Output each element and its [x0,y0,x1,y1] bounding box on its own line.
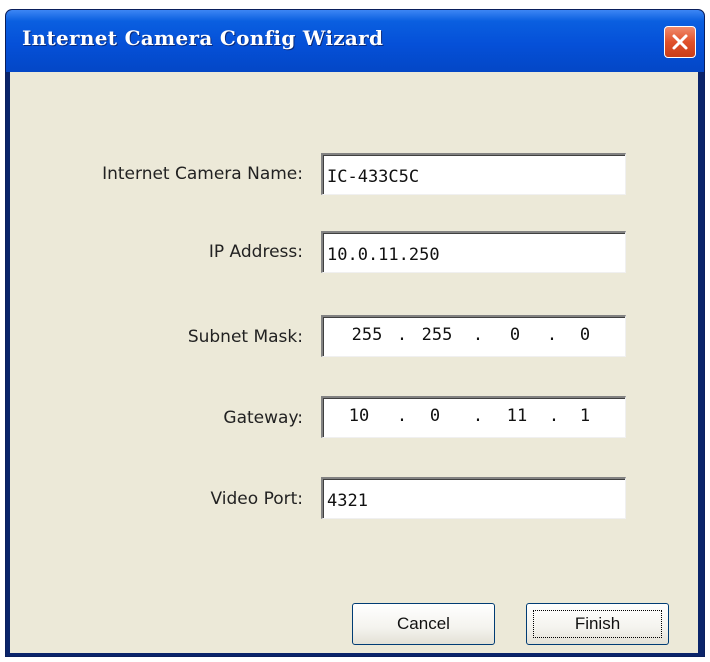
cancel-button[interactable]: Cancel [352,603,495,645]
gateway-dot-2: . [472,406,484,426]
camera-name-label: Internet Camera Name: [102,164,303,184]
finish-button[interactable]: Finish [526,603,669,645]
subnet-dot-1: . [396,325,408,345]
gateway-octet-3[interactable]: 11 [491,406,543,426]
subnet-octet-1[interactable]: 255 [341,325,393,345]
subnet-mask-label: Subnet Mask: [187,327,303,347]
cancel-button-label: Cancel [397,614,450,633]
config-wizard-window: Internet Camera Config Wizard Internet C… [5,9,705,657]
camera-name-input[interactable] [321,153,626,195]
title-bar[interactable]: Internet Camera Config Wizard [6,10,704,72]
subnet-dot-3: . [546,325,558,345]
video-port-label: Video Port: [210,489,303,509]
subnet-octet-2[interactable]: 255 [411,325,463,345]
subnet-mask-input[interactable]: 255 . 255 . 0 . 0 [321,315,626,357]
gateway-label-cell: Gateway: [10,408,303,438]
gateway-octet-4[interactable]: 1 [559,406,611,426]
window-title: Internet Camera Config Wizard [22,26,384,50]
subnet-octet-4[interactable]: 0 [559,325,611,345]
gateway-octet-1[interactable]: 10 [333,406,385,426]
close-button[interactable] [664,26,696,58]
gateway-octet-2[interactable]: 0 [409,406,461,426]
dialog-body: Internet Camera Name: IP Address: Subnet… [10,72,698,653]
subnet-dot-2: . [472,325,484,345]
gateway-label: Gateway: [223,408,303,428]
subnet-octet-3[interactable]: 0 [489,325,541,345]
ip-address-label-cell: IP Address: [10,242,303,272]
gateway-input[interactable]: 10 . 0 . 11 . 1 [321,396,626,438]
subnet-mask-label-cell: Subnet Mask: [10,327,303,357]
video-port-label-cell: Video Port: [10,489,303,519]
gateway-dot-1: . [396,406,408,426]
ip-address-label: IP Address: [208,242,303,262]
camera-name-label-cell: Internet Camera Name: [10,164,303,194]
finish-button-label: Finish [574,614,621,633]
close-x-icon [672,34,688,50]
ip-address-input[interactable] [321,231,626,273]
video-port-input[interactable] [321,477,626,519]
